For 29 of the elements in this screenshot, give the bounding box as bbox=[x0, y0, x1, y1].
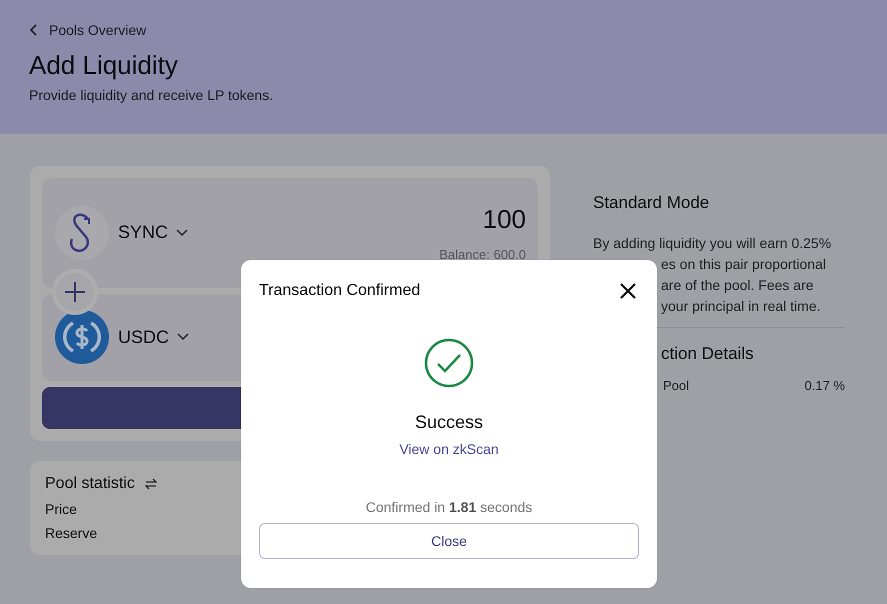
back-icon bbox=[29, 24, 37, 36]
close-button[interactable]: Close bbox=[259, 523, 639, 559]
token-logo-icon bbox=[54, 309, 110, 366]
confirmation-time: Confirmed in 1.81 seconds bbox=[366, 499, 532, 515]
token-logo-icon bbox=[54, 204, 110, 261]
mode-description: are of the pool. Fees are bbox=[661, 276, 814, 295]
page-subtitle: Provide liquidity and receive LP tokens. bbox=[29, 87, 274, 103]
token-selector[interactable]: SYNC bbox=[54, 204, 188, 261]
back-link[interactable]: Pools Overview bbox=[29, 22, 146, 38]
pool-statistic-title: Pool statistic bbox=[45, 475, 135, 493]
page-title: Add Liquidity bbox=[29, 50, 179, 81]
amount-value: 100 bbox=[482, 204, 526, 235]
mode-description: By adding liquidity you will earn 0.25% bbox=[593, 234, 832, 253]
detail-label: Pool bbox=[663, 378, 690, 393]
check-circle-icon bbox=[424, 338, 474, 388]
swap-arrows-icon[interactable] bbox=[144, 478, 157, 490]
balance-text: Balance: 600.0 bbox=[439, 246, 526, 262]
detail-value: 0.17 % bbox=[804, 378, 845, 393]
token-selector[interactable]: USDC bbox=[54, 309, 190, 366]
details-title: ction Details bbox=[661, 344, 754, 364]
mode-title: Standard Mode bbox=[593, 193, 710, 213]
stat-label: Price bbox=[45, 501, 77, 517]
mode-description: es on this pair proportional bbox=[661, 255, 826, 274]
stat-label: Reserve bbox=[45, 525, 98, 541]
explorer-link[interactable]: View on zkScan bbox=[399, 441, 499, 457]
caret-icon bbox=[176, 228, 188, 237]
caret-icon bbox=[177, 333, 190, 342]
mode-description: your principal in real time. bbox=[661, 297, 821, 316]
status-text: Success bbox=[414, 412, 484, 433]
